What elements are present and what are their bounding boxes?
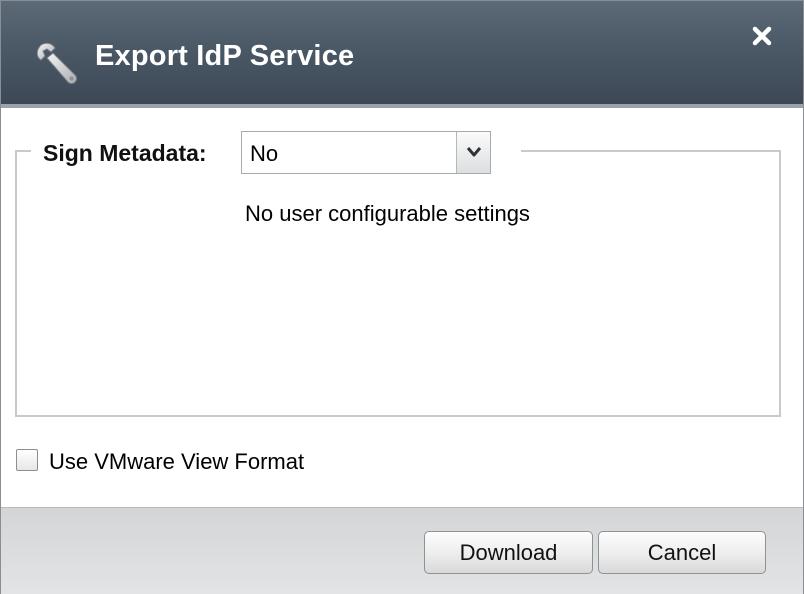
- export-idp-dialog: Export IdP Service Sign Metadata: No No …: [0, 0, 804, 594]
- download-button[interactable]: Download: [424, 531, 593, 574]
- settings-message: No user configurable settings: [245, 201, 530, 226]
- select-dropdown-button[interactable]: [456, 132, 490, 173]
- sign-metadata-select[interactable]: No: [241, 131, 491, 174]
- vmware-view-label[interactable]: Use VMware View Format: [49, 449, 304, 475]
- wrench-icon: [33, 39, 81, 87]
- sign-metadata-fieldset: [15, 150, 781, 417]
- close-icon[interactable]: [749, 23, 775, 49]
- sign-metadata-value: No: [250, 141, 279, 166]
- vmware-view-checkbox[interactable]: [16, 449, 38, 471]
- cancel-button[interactable]: Cancel: [598, 531, 766, 574]
- sign-metadata-label: Sign Metadata:: [43, 140, 207, 166]
- dialog-footer: Download Cancel: [1, 507, 803, 594]
- dialog-title: Export IdP Service: [95, 40, 355, 72]
- chevron-down-icon: [466, 147, 482, 157]
- dialog-titlebar: Export IdP Service: [1, 1, 803, 108]
